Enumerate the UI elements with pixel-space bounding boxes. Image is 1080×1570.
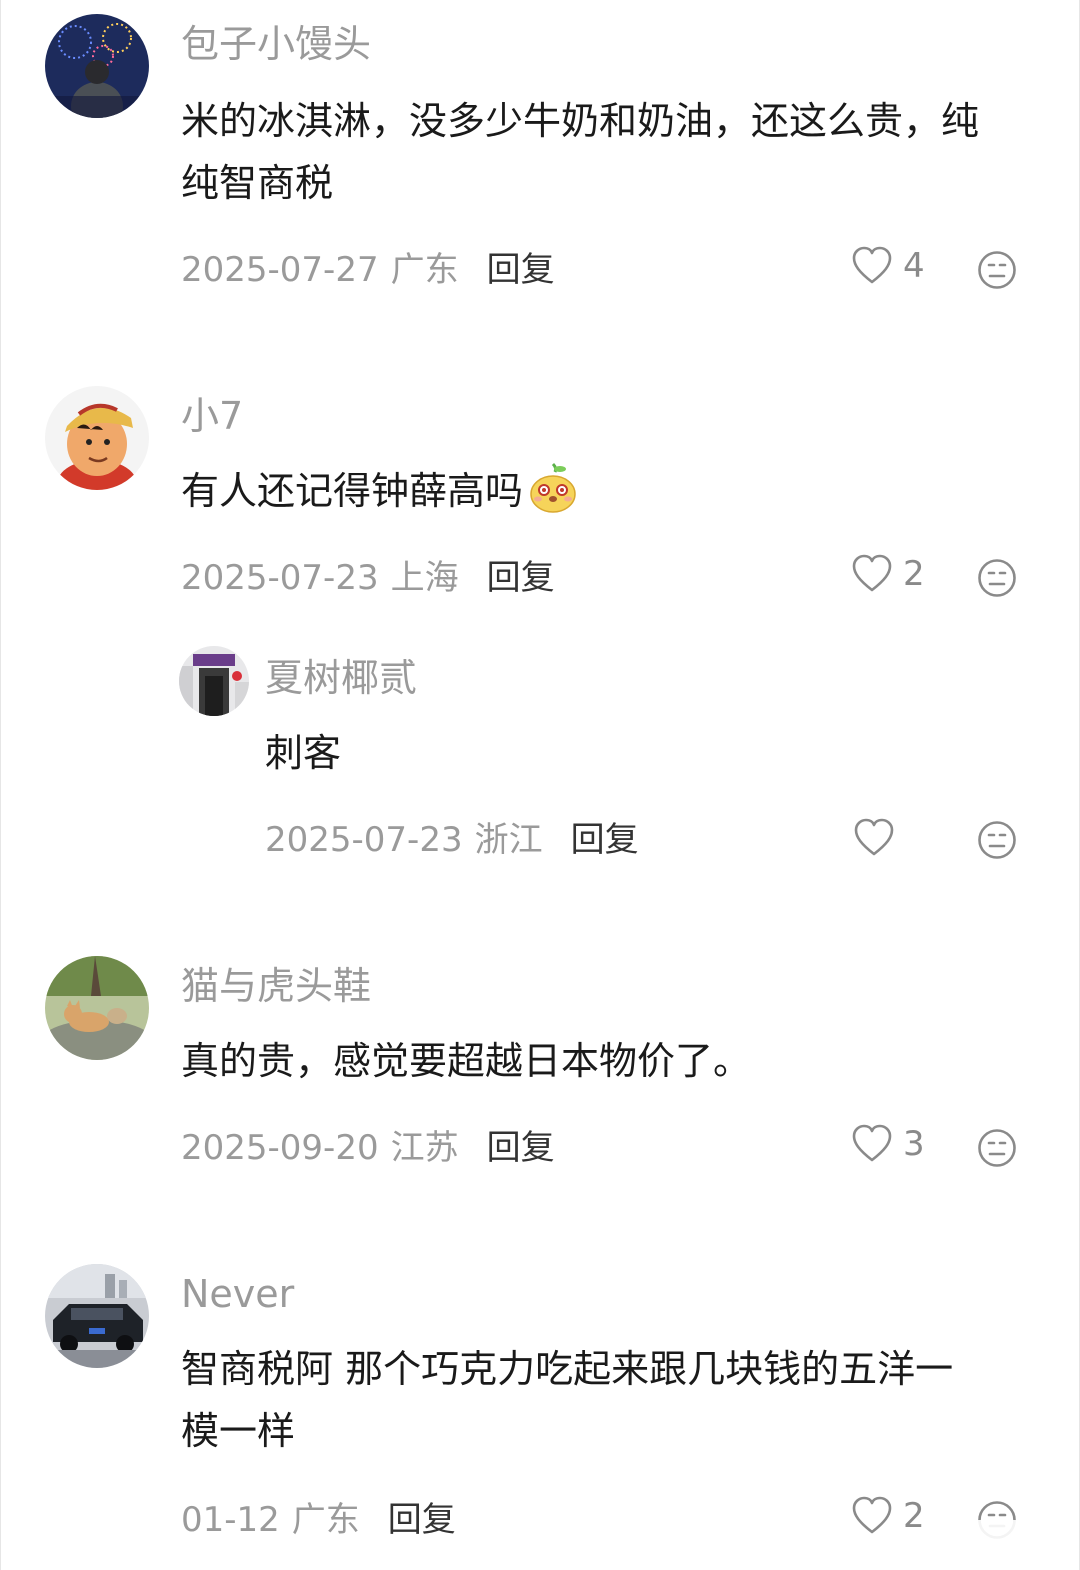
avatar-car[interactable] [45,1264,149,1368]
comment-username[interactable]: 小7 [181,392,243,440]
comment-meta: 2025-07-23 上海 回复 [181,556,555,600]
react-button[interactable] [977,558,1017,598]
avatar-image [179,646,249,716]
like-count: 3 [903,1124,925,1164]
comment-meta: 2025-09-20 江苏 回复 [181,1126,555,1170]
avatar-cat[interactable] [45,956,149,1060]
like-count: 4 [903,246,925,286]
avatar-image [45,14,149,118]
comment-text: 真的贵，感觉要超越日本物价了。 [181,1030,751,1092]
neutral-face-icon [978,821,1016,859]
react-button[interactable] [977,820,1017,860]
comment-text: 有人还记得钟薛高吗 [181,460,579,522]
comment-region: 上海 [390,558,459,598]
reply-username[interactable]: 夏树椰贰 [265,654,417,702]
comment-meta: 2025-07-27 广东 回复 [181,248,555,292]
like-button[interactable] [853,818,905,858]
comment-region: 江苏 [390,1128,459,1168]
like-count: 2 [903,554,925,594]
neutral-face-icon [978,559,1016,597]
comment-text-line: 纯智商税 [181,161,334,205]
comment-text-line: 真的贵，感觉要超越日本物价了。 [181,1039,752,1083]
heart-outline-icon [852,554,892,592]
pear-face-emoji [527,462,579,514]
heart-outline-icon [852,1124,892,1162]
comment-date: 2025-07-23 [181,558,379,598]
avatar-fireworks[interactable] [45,14,149,118]
reply-button[interactable]: 回复 [571,818,639,862]
comment-region: 广东 [291,1500,360,1540]
watermark [931,1520,1071,1564]
neutral-face-icon [978,251,1016,289]
heart-outline-icon [852,246,892,284]
comment-date: 2025-07-27 [181,250,379,290]
like-button[interactable]: 2 [851,554,925,594]
neutral-face-icon [978,1129,1016,1167]
comment-username[interactable]: 包子小馒头 [181,20,371,68]
reply-text: 刺客 [265,722,341,784]
reply-text-line: 刺客 [265,731,342,775]
comment-text-line: 有人还记得钟薛高吗 [181,469,524,513]
like-button[interactable]: 4 [851,246,925,286]
react-button[interactable] [977,250,1017,290]
comment-date: 01-12 [181,1500,280,1540]
comment-list: 包子小馒头 米的冰淇淋，没多少牛奶和奶油，还这么贵，纯 纯智商税 2025-07… [0,0,1080,1570]
reply-region: 浙江 [474,820,543,860]
reply-meta: 2025-07-23 浙江 回复 [265,818,639,862]
reply-date: 2025-07-23 [265,820,463,860]
avatar-storefront[interactable] [179,646,249,716]
comment-date: 2025-09-20 [181,1128,379,1168]
comment-text: 智商税阿 那个巧克力吃起来跟几块钱的五洋一 模一样 [181,1338,953,1462]
avatar-cartoon[interactable] [45,386,149,490]
reply-button[interactable]: 回复 [388,1498,456,1542]
comment-text-line: 米的冰淇淋，没多少牛奶和奶油，还这么贵，纯 [181,99,980,143]
comment-username[interactable]: 猫与虎头鞋 [181,962,371,1010]
like-button[interactable]: 2 [851,1496,925,1536]
react-button[interactable] [977,1128,1017,1168]
reply-button[interactable]: 回复 [487,1126,555,1170]
comment-text-line: 模一样 [181,1409,296,1453]
reply-button[interactable]: 回复 [487,248,555,292]
avatar-image [45,956,149,1060]
comment-username[interactable]: Never [181,1270,294,1318]
comment-text: 米的冰淇淋，没多少牛奶和奶油，还这么贵，纯 纯智商税 [181,90,979,214]
avatar-image [45,386,149,490]
heart-outline-icon [852,1496,892,1534]
like-button[interactable]: 3 [851,1124,925,1164]
reply-button[interactable]: 回复 [487,556,555,600]
comment-meta: 01-12 广东 回复 [181,1498,456,1542]
avatar-image [45,1264,149,1368]
comment-text-line: 智商税阿 那个巧克力吃起来跟几块钱的五洋一 [181,1347,954,1391]
heart-outline-icon [854,818,894,856]
like-count: 2 [903,1496,925,1536]
comment-region: 广东 [390,250,459,290]
